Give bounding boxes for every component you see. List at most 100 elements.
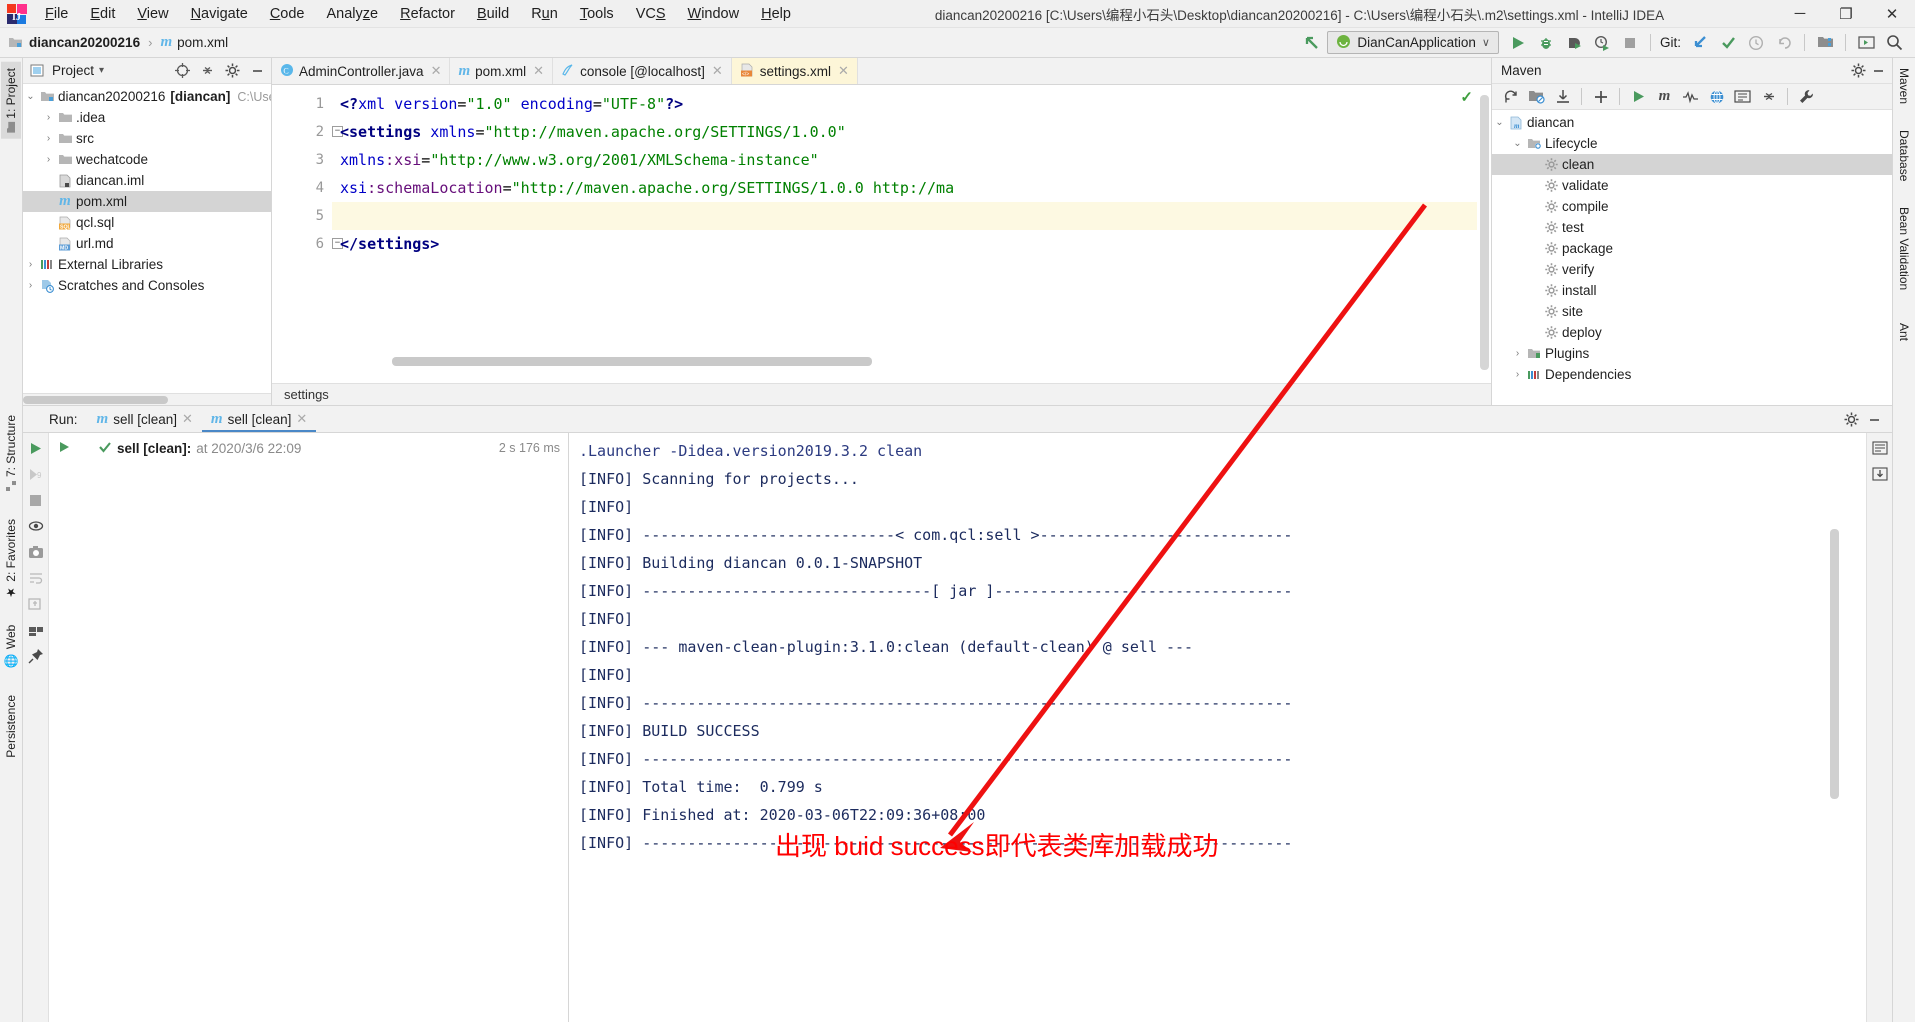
maven-goal-clean[interactable]: clean (1492, 154, 1892, 175)
editor-horizontal-scrollbar[interactable] (392, 357, 1475, 367)
run-tab-sell-clean-1[interactable]: m sell [clean] ✕ (88, 406, 202, 432)
generate-sources-icon[interactable] (1524, 86, 1549, 108)
maven-goal-deploy[interactable]: deploy (1492, 322, 1892, 343)
chevron-right-icon[interactable]: › (41, 133, 56, 144)
play-icon[interactable] (57, 440, 71, 457)
run-tab-sell-clean-2[interactable]: m sell [clean] ✕ (201, 406, 317, 432)
chevron-right-icon[interactable]: › (23, 280, 38, 291)
menu-code[interactable]: Code (259, 3, 316, 25)
minimize-icon[interactable] (1864, 409, 1884, 429)
maven-row-diancan[interactable]: ⌄ m diancan (1492, 112, 1892, 133)
console-vertical-scrollbar[interactable] (1830, 439, 1840, 1016)
menu-vcs[interactable]: VCS (625, 3, 677, 25)
menu-build[interactable]: Build (466, 3, 520, 25)
tree-row-url-md[interactable]: MD url.md (23, 233, 271, 254)
project-horizontal-scrollbar[interactable] (23, 393, 271, 405)
clock-icon[interactable] (1743, 31, 1769, 55)
tree-row-external-libraries[interactable]: › External Libraries (23, 254, 271, 275)
gear-icon[interactable] (1848, 61, 1868, 81)
scroll-end-icon[interactable] (25, 592, 47, 616)
minimize-icon[interactable] (247, 61, 267, 81)
close-icon[interactable]: ✕ (838, 63, 849, 79)
menu-run[interactable]: Run (520, 3, 569, 25)
sidebar-item-maven[interactable]: Maven (1894, 62, 1914, 110)
sidebar-item-project[interactable]: 1: Project (1, 62, 21, 139)
maven-m-icon[interactable]: m (1652, 86, 1677, 108)
menu-help[interactable]: Help (750, 3, 802, 25)
wrap-lines-icon[interactable] (1869, 436, 1891, 460)
maven-row-dependencies[interactable]: › Dependencies (1492, 364, 1892, 385)
refresh-icon[interactable] (1498, 86, 1523, 108)
editor-tab-pom-xml[interactable]: m pom.xml ✕ (450, 58, 554, 84)
wrench-icon[interactable] (1794, 86, 1819, 108)
collapse-all-icon[interactable] (1756, 86, 1781, 108)
tree-row-wechatcode[interactable]: › wechatcode (23, 149, 271, 170)
play-icon[interactable] (25, 436, 47, 460)
editor-breadcrumb[interactable]: settings (272, 383, 1491, 405)
pin-icon[interactable] (25, 644, 47, 668)
close-icon[interactable]: ✕ (296, 411, 307, 427)
maven-goal-validate[interactable]: validate (1492, 175, 1892, 196)
inspection-check-icon[interactable]: ✓ (1460, 88, 1473, 106)
stop-square-icon[interactable] (25, 488, 47, 512)
menu-view[interactable]: View (126, 3, 179, 25)
play-icon[interactable] (1626, 86, 1651, 108)
close-button[interactable]: ✕ (1869, 0, 1915, 28)
profile-button[interactable] (1589, 31, 1615, 55)
check-icon[interactable] (1715, 31, 1741, 55)
scrollbar-thumb[interactable] (392, 357, 872, 366)
editor-gutter[interactable]: 1 2 − 3 4 5 6 − (272, 85, 343, 383)
run-tree-row[interactable]: sell [clean]: at 2020/3/6 22:09 2 s 176 … (49, 437, 568, 459)
maven-goal-compile[interactable]: compile (1492, 196, 1892, 217)
plus-icon[interactable] (1588, 86, 1613, 108)
tree-row-pom-xml[interactable]: m pom.xml (23, 191, 271, 212)
rerun-failed-icon[interactable]: 9 (25, 462, 47, 486)
editor-code-area[interactable]: 1 2 − 3 4 5 6 − <?xml version="1.0" enco… (272, 85, 1491, 383)
sidebar-item-structure[interactable]: 7: Structure (1, 409, 21, 497)
breadcrumb-project[interactable]: diancan20200216 (29, 35, 140, 50)
editor-tab-admincontroller[interactable]: C AdminController.java ✕ (272, 58, 451, 84)
skip-tests-icon[interactable] (1678, 86, 1703, 108)
chevron-down-icon[interactable]: ⌄ (1492, 117, 1507, 128)
download-icon[interactable] (1550, 86, 1575, 108)
eye-icon[interactable] (25, 514, 47, 538)
editor-tab-console[interactable]: console [@localhost] ✕ (553, 58, 732, 84)
maven-goal-install[interactable]: install (1492, 280, 1892, 301)
run-coverage-button[interactable] (1561, 31, 1587, 55)
maven-row-plugins[interactable]: › Plugins (1492, 343, 1892, 364)
terminal-window-icon[interactable] (1853, 31, 1879, 55)
gear-icon[interactable] (1841, 409, 1861, 429)
menu-analyze[interactable]: Analyze (316, 3, 390, 25)
update-arrow-icon[interactable] (1687, 31, 1713, 55)
menu-edit[interactable]: Edit (79, 3, 126, 25)
maven-goal-test[interactable]: test (1492, 217, 1892, 238)
menu-tools[interactable]: Tools (569, 3, 625, 25)
sidebar-item-bean-validation[interactable]: Bean Validation (1894, 201, 1914, 296)
editor-code-text[interactable]: <?xml version="1.0" encoding="UTF-8"?> <… (332, 85, 1491, 383)
editor-vertical-scrollbar[interactable] (1477, 85, 1491, 383)
undo-icon[interactable] (1771, 31, 1797, 55)
menu-window[interactable]: Window (677, 3, 751, 25)
menu-file[interactable]: File (34, 3, 79, 25)
maximize-button[interactable]: ❐ (1823, 0, 1869, 28)
scroll-down-icon[interactable] (1869, 462, 1891, 486)
sidebar-item-ant[interactable]: Ant (1894, 317, 1914, 347)
chevron-right-icon[interactable]: › (23, 259, 38, 270)
project-structure-icon[interactable] (1812, 31, 1838, 55)
print-icon[interactable] (25, 618, 47, 642)
menu-navigate[interactable]: Navigate (180, 3, 259, 25)
breadcrumb-file[interactable]: pom.xml (177, 35, 228, 50)
close-icon[interactable]: ✕ (533, 63, 544, 79)
chevron-down-icon[interactable]: ⌄ (1510, 138, 1525, 149)
stop-button[interactable] (1617, 31, 1643, 55)
dependencies-diagram-icon[interactable] (1730, 86, 1755, 108)
tree-row-diancan20200216[interactable]: ⌄ diancan20200216 [diancan] C:\Use (23, 86, 271, 107)
close-icon[interactable]: ✕ (182, 411, 193, 427)
run-button[interactable] (1505, 31, 1531, 55)
back-arrow-icon[interactable] (1299, 31, 1325, 55)
sidebar-item-web[interactable]: 🌐 Web (1, 619, 21, 674)
chevron-right-icon[interactable]: › (41, 154, 56, 165)
collapse-all-icon[interactable] (197, 61, 217, 81)
sidebar-item-database[interactable]: Database (1894, 124, 1914, 187)
tree-row-idea[interactable]: › .idea (23, 107, 271, 128)
